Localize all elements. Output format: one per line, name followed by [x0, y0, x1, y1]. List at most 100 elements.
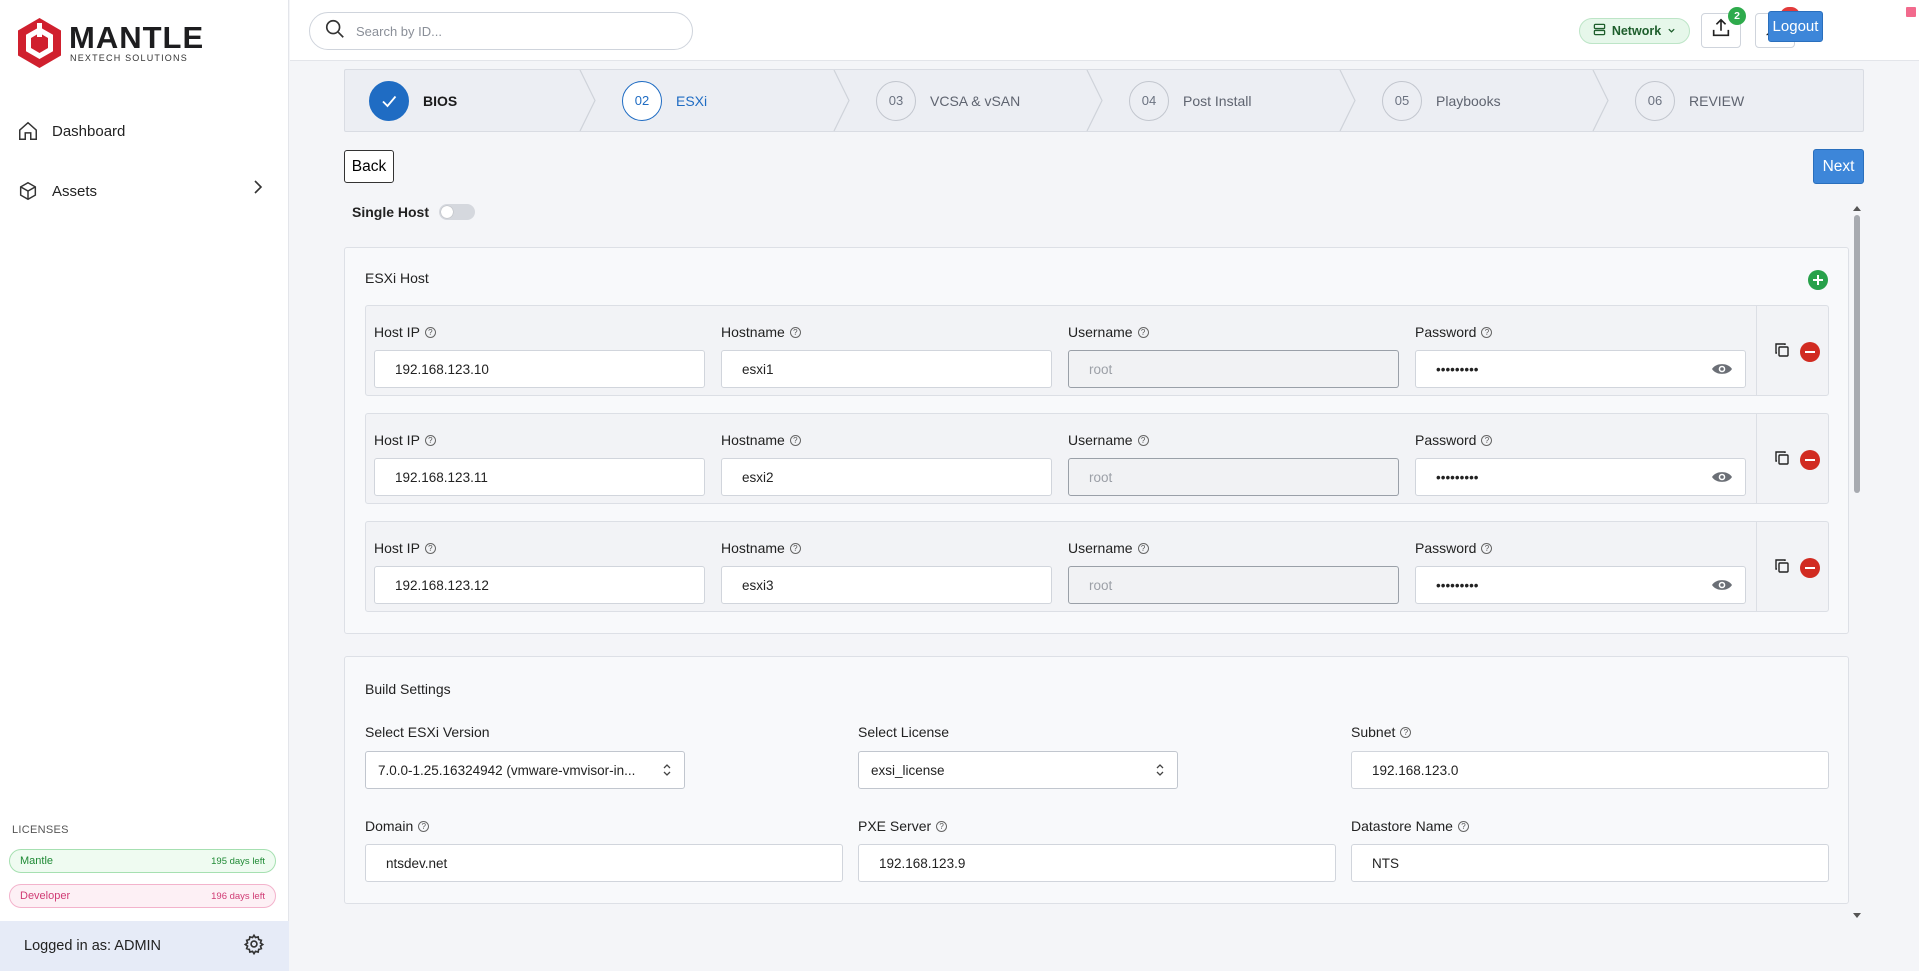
- next-button[interactable]: Next: [1813, 149, 1864, 184]
- pxe-server-label: PXE Server?: [858, 818, 948, 834]
- logout-button[interactable]: Logout: [1768, 11, 1823, 42]
- hostname-input[interactable]: esxi2: [721, 458, 1052, 496]
- licenses-label: LICENSES: [12, 824, 69, 836]
- help-icon[interactable]: ?: [424, 542, 436, 554]
- subnet-input[interactable]: 192.168.123.0: [1351, 751, 1829, 789]
- hostname-input[interactable]: esxi3: [721, 566, 1052, 604]
- single-host-toggle-row: Single Host: [352, 204, 476, 220]
- mantle-logo[interactable]: MANTLE NEXTECH SOLUTIONS: [16, 17, 204, 69]
- select-arrows-icon: [1155, 763, 1165, 780]
- help-icon[interactable]: ?: [1481, 326, 1493, 338]
- remove-row-button[interactable]: [1800, 342, 1820, 362]
- copy-icon[interactable]: [1774, 558, 1790, 579]
- help-icon[interactable]: ?: [936, 820, 948, 832]
- password-input[interactable]: •••••••••: [1415, 458, 1746, 496]
- host-ip-input[interactable]: 192.168.123.10: [374, 350, 705, 388]
- esxi-host-title: ESXi Host: [365, 270, 429, 286]
- help-icon[interactable]: ?: [789, 326, 801, 338]
- copy-icon[interactable]: [1774, 342, 1790, 363]
- help-icon[interactable]: ?: [1457, 820, 1469, 832]
- step-bios[interactable]: BIOS: [369, 70, 457, 131]
- sidebar-item-assets[interactable]: Assets: [16, 176, 266, 206]
- password-label: Password?: [1415, 540, 1493, 556]
- eye-icon[interactable]: [1711, 577, 1733, 596]
- scrollbar[interactable]: [1852, 203, 1862, 921]
- host-row: Host IP? 192.168.123.10 Hostname? esxi1 …: [365, 305, 1829, 396]
- help-icon[interactable]: ?: [789, 434, 801, 446]
- logged-in-label: Logged in as: ADMIN: [24, 938, 162, 954]
- step-post-install[interactable]: 04 Post Install: [1129, 70, 1251, 131]
- home-icon: [16, 119, 40, 143]
- password-value: •••••••••: [1436, 577, 1479, 593]
- step-label: Playbooks: [1436, 92, 1501, 109]
- host-ip-label: Host IP?: [374, 540, 436, 556]
- search-box[interactable]: [309, 12, 693, 50]
- help-icon[interactable]: ?: [1481, 434, 1493, 446]
- back-button[interactable]: Back: [344, 150, 394, 183]
- password-label: Password?: [1415, 432, 1493, 448]
- scroll-up-icon[interactable]: [1852, 203, 1862, 213]
- chevron-right-icon[interactable]: [250, 179, 266, 199]
- step-playbooks[interactable]: 05 Playbooks: [1382, 70, 1501, 131]
- esxi-host-panel: ESXi Host Host IP? 192.168.123.10 Hostna…: [344, 247, 1849, 634]
- single-host-label: Single Host: [352, 204, 430, 220]
- gear-icon[interactable]: [243, 933, 265, 959]
- remove-row-button[interactable]: [1800, 450, 1820, 470]
- help-icon[interactable]: ?: [1481, 542, 1493, 554]
- datastore-input[interactable]: NTS: [1351, 844, 1829, 882]
- copy-icon[interactable]: [1774, 450, 1790, 471]
- username-label: Username?: [1068, 432, 1149, 448]
- step-separator: [1086, 70, 1103, 131]
- step-esxi[interactable]: 02 ESXi: [622, 70, 707, 131]
- pxe-server-input[interactable]: 192.168.123.9: [858, 844, 1336, 882]
- help-icon[interactable]: ?: [418, 820, 430, 832]
- eye-icon[interactable]: [1711, 469, 1733, 488]
- scroll-down-icon[interactable]: [1852, 911, 1862, 921]
- domain-input[interactable]: ntsdev.net: [365, 844, 843, 882]
- remove-row-button[interactable]: [1800, 558, 1820, 578]
- search-icon: [324, 18, 346, 45]
- username-input: root: [1068, 350, 1399, 388]
- step-separator: [579, 70, 596, 131]
- help-icon[interactable]: ?: [1400, 726, 1412, 738]
- help-icon[interactable]: ?: [1137, 542, 1149, 554]
- build-settings-title: Build Settings: [365, 681, 451, 697]
- help-icon[interactable]: ?: [1137, 434, 1149, 446]
- step-vcsa-vsan[interactable]: 03 VCSA & vSAN: [876, 70, 1020, 131]
- network-label: Network: [1611, 24, 1662, 38]
- help-icon[interactable]: ?: [424, 326, 436, 338]
- step-separator: [1339, 70, 1356, 131]
- row-actions: [1756, 306, 1828, 395]
- hostname-label: Hostname?: [721, 432, 801, 448]
- logo-subtitle: NEXTECH SOLUTIONS: [70, 53, 188, 63]
- step-label: BIOS: [423, 92, 458, 109]
- upload-button[interactable]: 2: [1701, 7, 1746, 48]
- search-input[interactable]: [356, 23, 656, 39]
- password-input[interactable]: •••••••••: [1415, 350, 1746, 388]
- password-input[interactable]: •••••••••: [1415, 566, 1746, 604]
- host-ip-input[interactable]: 192.168.123.11: [374, 458, 705, 496]
- help-icon[interactable]: ?: [1137, 326, 1149, 338]
- password-value: •••••••••: [1436, 361, 1479, 377]
- esxi-version-value: 7.0.0-1.25.16324942 (vmware-vmvisor-in..…: [378, 762, 636, 778]
- single-host-toggle[interactable]: [439, 204, 476, 220]
- help-icon[interactable]: ?: [789, 542, 801, 554]
- hostname-input[interactable]: esxi1: [721, 350, 1052, 388]
- add-host-button[interactable]: [1808, 270, 1828, 290]
- password-label: Password?: [1415, 324, 1493, 340]
- wizard-stepper: BIOS 02 ESXi 03 VCSA & vSAN 04 Post Inst…: [344, 69, 1864, 132]
- step-separator: [1592, 70, 1609, 131]
- esxi-version-select[interactable]: 7.0.0-1.25.16324942 (vmware-vmvisor-in..…: [365, 751, 685, 789]
- license-days: 196 days left: [211, 890, 265, 902]
- step-review[interactable]: 06 REVIEW: [1635, 70, 1744, 131]
- help-icon[interactable]: ?: [424, 434, 436, 446]
- subnet-label: Subnet?: [1351, 724, 1412, 740]
- scrollbar-thumb[interactable]: [1854, 215, 1860, 493]
- host-ip-input[interactable]: 192.168.123.12: [374, 566, 705, 604]
- sidebar-item-dashboard[interactable]: Dashboard: [16, 116, 266, 146]
- license-days: 195 days left: [211, 855, 265, 867]
- eye-icon[interactable]: [1711, 361, 1733, 380]
- license-select[interactable]: exsi_license: [858, 751, 1178, 789]
- license-label: Select License: [858, 724, 950, 740]
- network-dropdown[interactable]: Network: [1579, 18, 1690, 44]
